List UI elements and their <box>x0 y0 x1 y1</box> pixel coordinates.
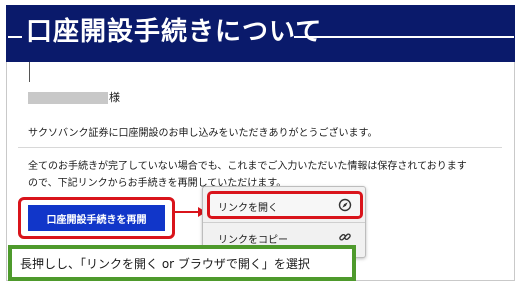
menu-item-open-link[interactable]: リンクを開く <box>207 191 363 219</box>
message-line-2: 全てのお手続きが完了していない場合でも、これまでご入力いただいた情報は保存されて… <box>28 161 467 172</box>
page-title: 口座開設手続きについて <box>26 17 323 47</box>
divider <box>18 147 502 148</box>
message-line-1: サクソバンク証券に口座開設のお申し込みをいただきありがとうございます。 <box>28 128 378 139</box>
menu-item-label: リンクを開く <box>218 203 278 214</box>
greeting-suffix: 様 <box>109 91 120 104</box>
menu-separator <box>203 222 365 223</box>
header-rule-left <box>8 36 22 38</box>
redacted-name <box>28 92 108 104</box>
menu-item-label: リンクをコピー <box>218 235 288 246</box>
resume-application-button[interactable]: 口座開設手続きを再開 <box>28 205 165 231</box>
page-header: 口座開設手続きについて <box>6 5 515 62</box>
resume-button-highlight: 口座開設手続きを再開 <box>18 197 175 239</box>
header-rule-right <box>294 36 514 38</box>
compass-icon <box>338 198 352 212</box>
link-icon <box>339 233 351 241</box>
instruction-caption: 長押しし、「リンクを開く or ブラウザで開く」を選択 <box>8 245 356 281</box>
text-cursor <box>29 62 30 82</box>
